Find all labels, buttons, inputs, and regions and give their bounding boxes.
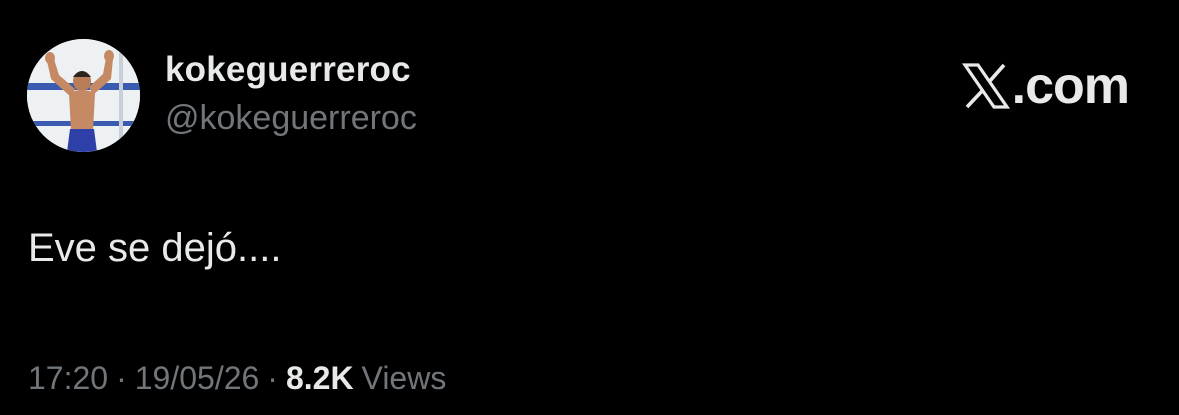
author-display-name[interactable]: kokeguerreroc bbox=[165, 50, 411, 90]
tweet-date[interactable]: 19/05/26 bbox=[135, 360, 260, 396]
meta-separator: · bbox=[267, 360, 278, 396]
tweet-meta: 17:20 · 19/05/26 · 8.2K Views bbox=[28, 360, 446, 397]
views-label: Views bbox=[361, 360, 447, 396]
views-count[interactable]: 8.2K bbox=[286, 360, 354, 396]
tweet-card: kokeguerreroc @kokeguerreroc .com Eve se… bbox=[0, 0, 1179, 415]
tweet-time[interactable]: 17:20 bbox=[28, 360, 108, 396]
meta-separator: · bbox=[116, 360, 127, 396]
author-handle[interactable]: @kokeguerreroc bbox=[165, 99, 417, 138]
x-logo-icon bbox=[961, 63, 1010, 109]
avatar[interactable] bbox=[27, 39, 140, 152]
brand-text: .com bbox=[1011, 57, 1130, 115]
brand-watermark: .com bbox=[961, 57, 1130, 115]
tweet-text: Eve se dejó.... bbox=[28, 226, 282, 270]
avatar-image bbox=[27, 39, 140, 152]
